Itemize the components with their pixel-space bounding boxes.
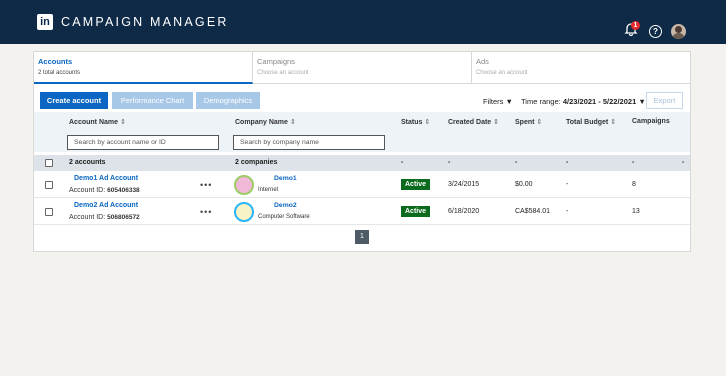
column-status-label: Status xyxy=(401,119,423,126)
time-range-value: 4/23/2021 - 5/22/2021 ▼ xyxy=(562,97,646,106)
account-id-value: 605406338 xyxy=(107,187,140,194)
row-checkbox[interactable] xyxy=(45,208,53,216)
row-checkbox[interactable] xyxy=(45,181,53,189)
help-icon[interactable]: ? xyxy=(649,25,662,38)
accounts-card: Accounts 2 total accounts Campaigns Choo… xyxy=(33,51,691,252)
summary-status: - xyxy=(401,159,404,166)
column-company-name[interactable]: Company Name ⇕ xyxy=(235,118,296,126)
company-name-link[interactable]: Demo2 xyxy=(274,202,297,209)
account-name-link[interactable]: Demo1 Ad Account xyxy=(74,175,138,182)
summary-created-date: - xyxy=(448,159,451,166)
spent-amount: CA$584.01 xyxy=(515,208,551,215)
filters-dropdown[interactable]: Filters ▼ xyxy=(483,97,513,106)
summary-extra: - xyxy=(682,159,685,166)
table-row: Demo1 Ad Account Account ID: 605406338 •… xyxy=(34,172,690,198)
sort-icon: ⇕ xyxy=(289,119,296,126)
time-range-label: Time range: xyxy=(521,97,561,106)
column-company-name-label: Company Name xyxy=(235,119,288,126)
step-campaigns-title: Campaigns xyxy=(257,57,295,66)
top-navigation-bar: in CAMPAIGN MANAGER 1 ? xyxy=(0,0,726,44)
step-campaigns-subtitle: Choose an account xyxy=(257,70,309,76)
column-total-budget-label: Total Budget xyxy=(566,119,609,126)
time-range-selector[interactable]: Time range: 4/23/2021 - 5/22/2021 ▼ xyxy=(521,97,646,106)
column-total-budget[interactable]: Total Budget ⇕ xyxy=(566,118,616,126)
step-ads-subtitle: Choose an account xyxy=(476,70,528,76)
created-date: 6/18/2020 xyxy=(448,208,480,215)
step-campaigns[interactable]: Campaigns Choose an account xyxy=(253,52,472,84)
status-badge: Active xyxy=(401,206,431,217)
step-ads[interactable]: Ads Choose an account xyxy=(472,52,690,84)
step-ads-title: Ads xyxy=(476,57,489,66)
step-accounts[interactable]: Accounts 2 total accounts xyxy=(34,52,253,84)
export-button[interactable]: Export xyxy=(646,92,683,109)
app-title: CAMPAIGN MANAGER xyxy=(61,15,229,29)
column-spent[interactable]: Spent ⇕ xyxy=(515,118,542,126)
summary-row: 2 accounts 2 companies - - - - - - xyxy=(34,155,690,171)
column-campaigns[interactable]: Campaigns xyxy=(632,118,670,125)
sort-icon: ⇕ xyxy=(610,119,617,126)
column-created-date-label: Created Date xyxy=(448,119,492,126)
sort-icon: ⇕ xyxy=(493,119,500,126)
summary-campaigns: - xyxy=(632,159,635,166)
pagination-page-1[interactable]: 1 xyxy=(355,230,369,244)
more-options-icon[interactable]: ••• xyxy=(200,180,212,190)
column-status[interactable]: Status ⇕ xyxy=(401,118,430,126)
column-account-name-label: Account Name xyxy=(69,119,119,126)
sort-icon: ⇕ xyxy=(536,119,543,126)
select-all-checkbox[interactable] xyxy=(45,159,53,167)
column-account-name[interactable]: Account Name ⇕ xyxy=(69,118,126,126)
column-created-date[interactable]: Created Date ⇕ xyxy=(448,118,499,126)
total-budget: - xyxy=(566,181,569,188)
sort-icon: ⇕ xyxy=(424,119,431,126)
company-search-input[interactable]: Search by company name xyxy=(233,135,385,150)
spent-amount: $0.00 xyxy=(515,181,533,188)
account-id-value: 506806572 xyxy=(107,214,140,221)
summary-accounts: 2 accounts xyxy=(69,159,106,166)
company-name-link[interactable]: Demo1 xyxy=(274,175,297,182)
linkedin-logo[interactable]: in xyxy=(37,14,53,30)
more-options-icon[interactable]: ••• xyxy=(200,207,212,217)
account-id: Account ID: 506806572 xyxy=(69,214,140,221)
account-id-label: Account ID: xyxy=(69,214,106,221)
user-avatar[interactable] xyxy=(671,24,686,39)
summary-companies: 2 companies xyxy=(235,159,278,166)
campaigns-count: 13 xyxy=(632,208,640,215)
create-account-button[interactable]: Create account xyxy=(40,92,108,109)
account-id: Account ID: 605406338 xyxy=(69,187,140,194)
created-date: 3/24/2015 xyxy=(448,181,480,188)
notification-count-badge: 1 xyxy=(631,21,640,30)
status-badge: Active xyxy=(401,179,431,190)
total-budget: - xyxy=(566,208,569,215)
company-avatar xyxy=(234,202,254,222)
summary-spent: - xyxy=(515,159,518,166)
account-id-label: Account ID: xyxy=(69,187,106,194)
account-name-link[interactable]: Demo2 Ad Account xyxy=(74,202,138,209)
sort-icon: ⇕ xyxy=(119,119,126,126)
account-search-input[interactable]: Search by account name or ID xyxy=(67,135,219,150)
step-accounts-title: Accounts xyxy=(38,57,73,66)
company-industry: Internet xyxy=(258,187,279,193)
company-avatar xyxy=(234,175,254,195)
column-spent-label: Spent xyxy=(515,119,535,126)
step-accounts-subtitle: 2 total accounts xyxy=(38,70,81,76)
performance-chart-button[interactable]: Performance Chart xyxy=(112,92,193,109)
column-campaigns-label: Campaigns xyxy=(632,118,670,125)
demographics-button[interactable]: Demographics xyxy=(196,92,260,109)
table-row: Demo2 Ad Account Account ID: 506806572 •… xyxy=(34,199,690,225)
company-industry: Computer Software xyxy=(258,214,310,220)
summary-total-budget: - xyxy=(566,159,569,166)
campaigns-count: 8 xyxy=(632,181,636,188)
